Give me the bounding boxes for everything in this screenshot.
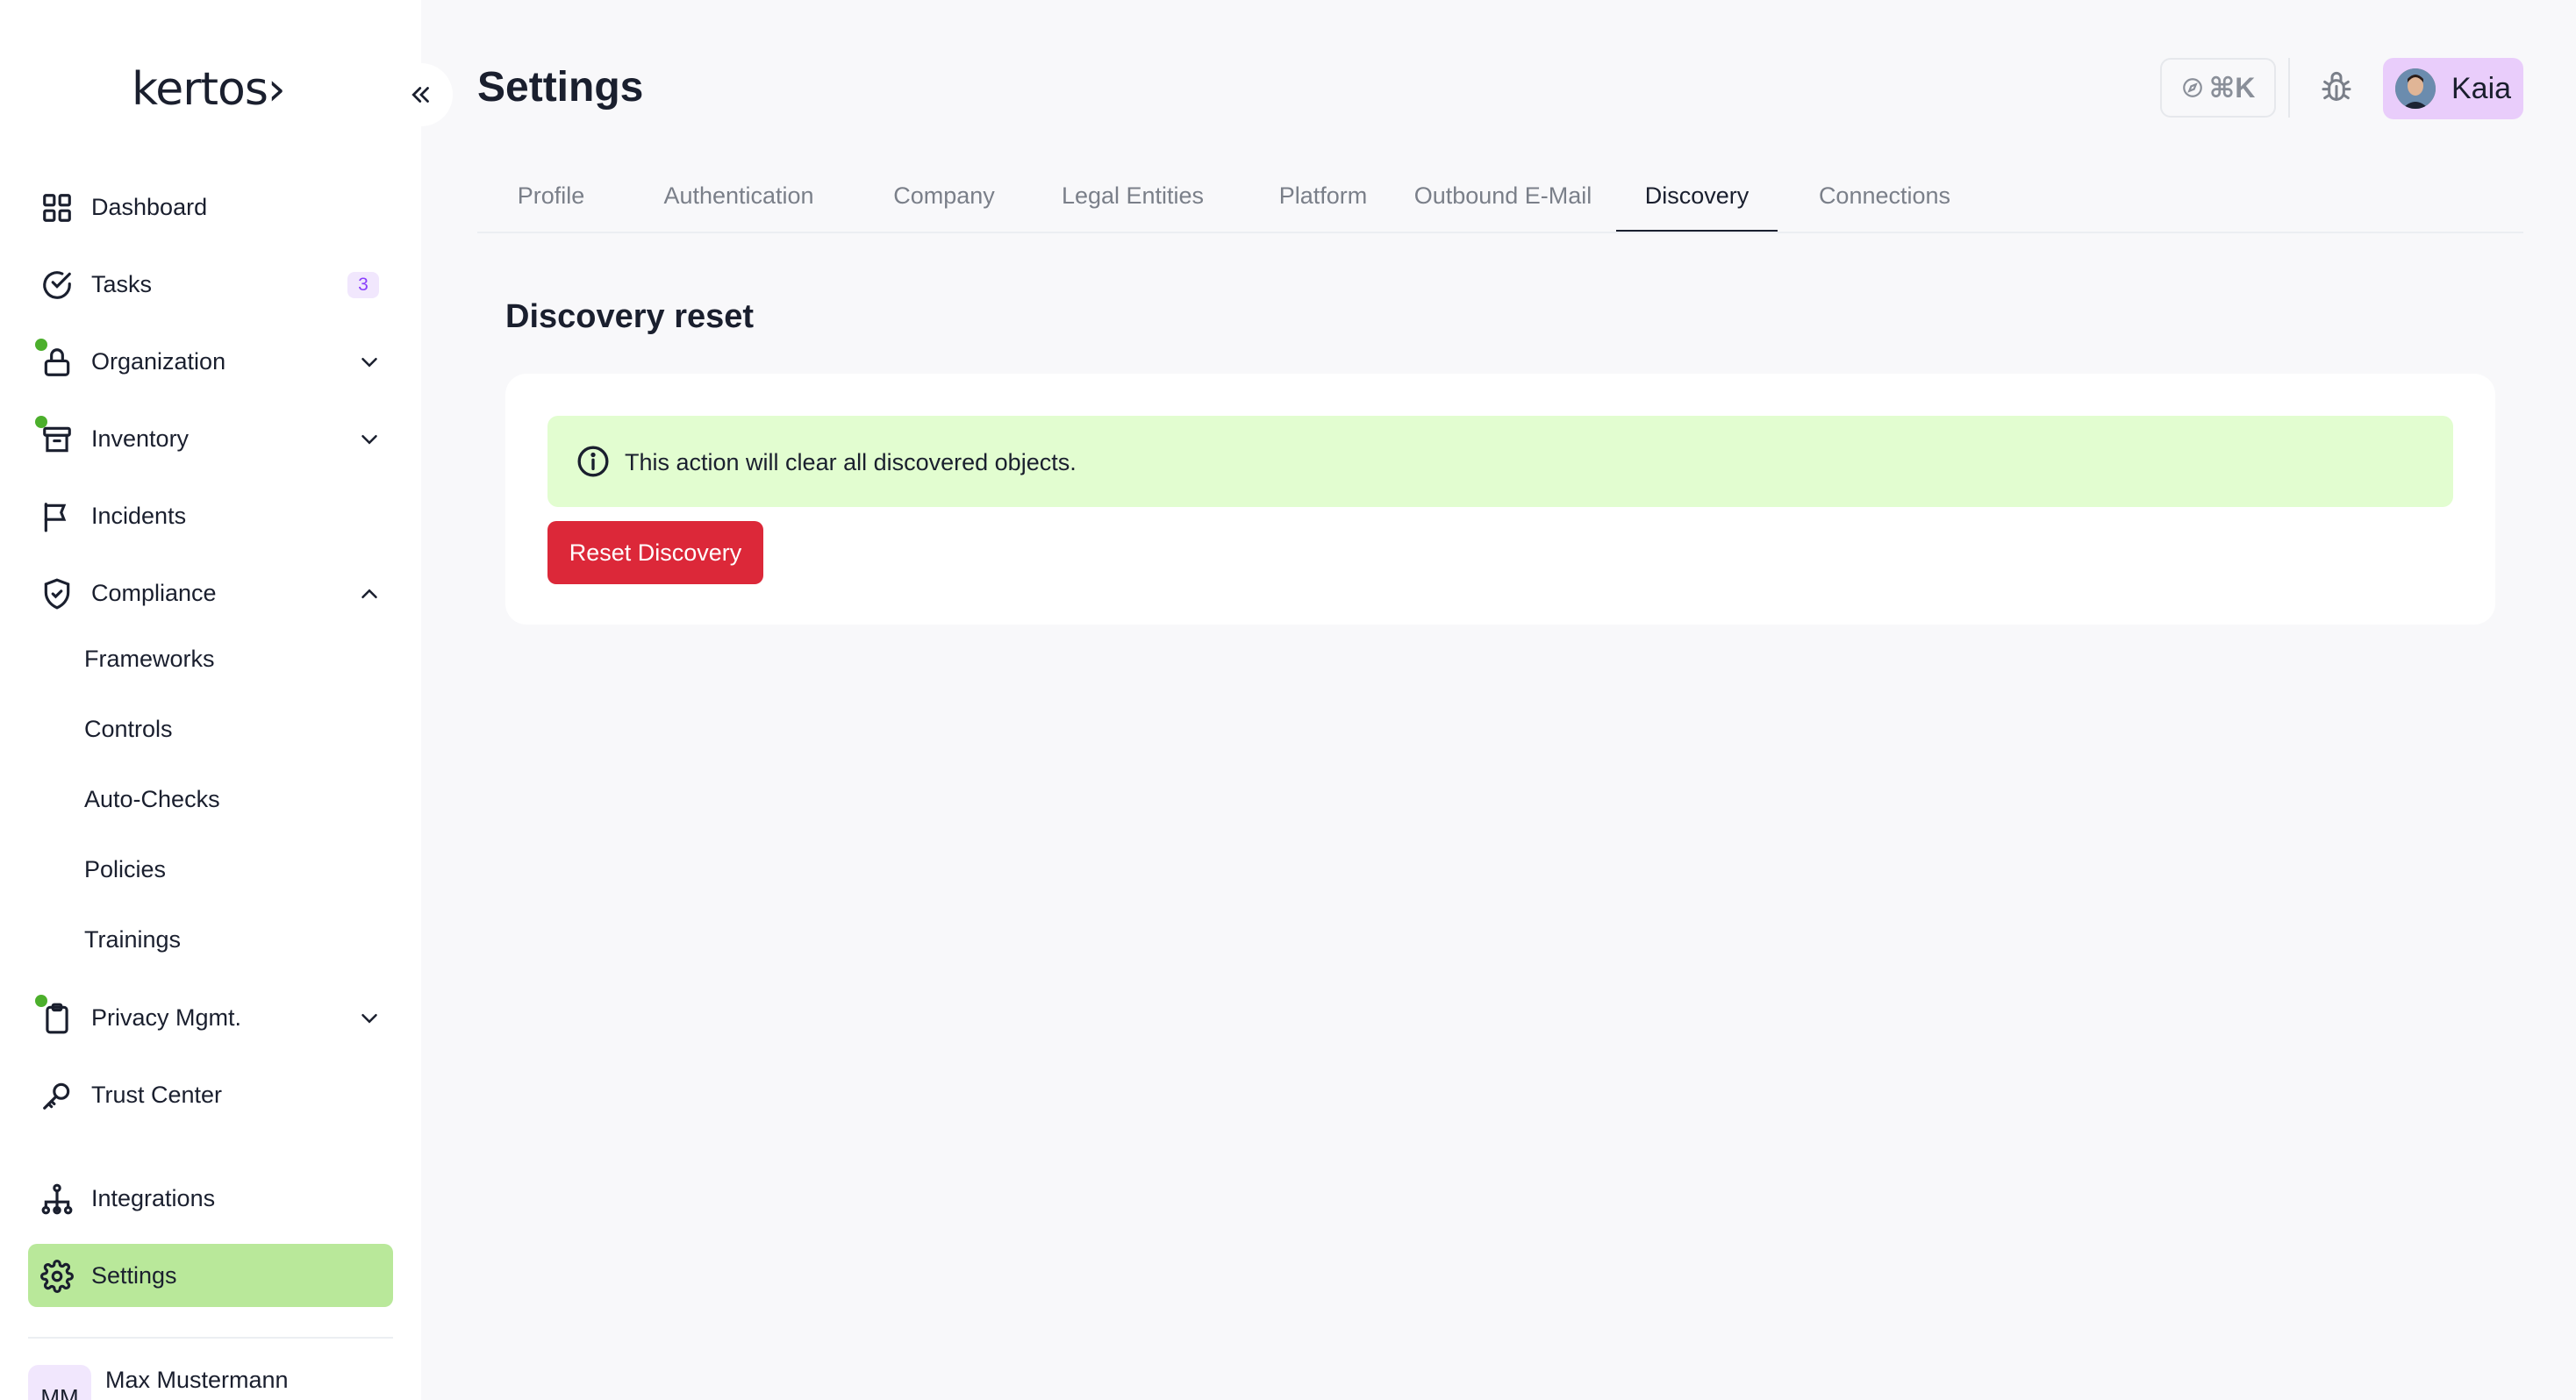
- tabs-divider: [477, 232, 2523, 233]
- tab-authentication[interactable]: Authentication: [642, 158, 835, 233]
- sidebar-item-trust-center[interactable]: Trust Center: [28, 1063, 393, 1126]
- chevron-up-icon[interactable]: [356, 581, 383, 607]
- sidebar-subitem-trainings[interactable]: Trainings: [84, 926, 181, 954]
- avatar: MM: [28, 1365, 91, 1400]
- tab-connections[interactable]: Connections: [1800, 158, 1969, 233]
- clipboard-icon: [46, 1003, 68, 1034]
- sidebar-item-label: Settings: [91, 1261, 177, 1289]
- sidebar-item-label: Inventory: [91, 425, 190, 452]
- discovery-reset-card: This action will clear all discovered ob…: [505, 374, 2495, 625]
- command-shortcut-label: ⌘K: [2208, 72, 2256, 104]
- alert-text: This action will clear all discovered ob…: [625, 449, 1077, 475]
- user-name: Max Mustermann: [105, 1367, 289, 1393]
- sidebar-item-tasks[interactable]: Tasks 3: [28, 253, 393, 316]
- info-icon: [577, 446, 609, 477]
- bug-icon: [2322, 71, 2351, 101]
- double-chevron-left-icon: [411, 87, 429, 103]
- sidebar-divider: [28, 1337, 393, 1339]
- collapse-sidebar-button[interactable]: [390, 63, 453, 126]
- check-circle-icon: [43, 271, 71, 299]
- sidebar-item-label: Dashboard: [91, 193, 208, 220]
- key-icon: [43, 1082, 70, 1110]
- sidebar-item-inventory[interactable]: Inventory: [28, 407, 393, 470]
- user-photo-icon: [2395, 68, 2436, 109]
- sidebar-item-integrations[interactable]: Integrations: [28, 1167, 393, 1230]
- gear-icon: [40, 1260, 74, 1293]
- flag-icon: [44, 503, 67, 532]
- chevron-down-icon[interactable]: [356, 349, 383, 375]
- report-bug-button[interactable]: [2311, 61, 2362, 114]
- status-dot: [35, 995, 47, 1007]
- status-dot: [35, 416, 47, 428]
- sidebar-item-organization[interactable]: Organization: [28, 330, 393, 393]
- header-divider: [2288, 58, 2290, 118]
- page-title: Settings: [477, 64, 644, 111]
- sidebar-item-label: Trust Center: [91, 1081, 223, 1108]
- status-dot: [35, 339, 47, 351]
- sidebar-item-incidents[interactable]: Incidents: [28, 484, 393, 547]
- sidebar-item-compliance[interactable]: Compliance: [28, 561, 393, 625]
- tab-legal-entities[interactable]: Legal Entities: [1041, 158, 1225, 233]
- info-alert: This action will clear all discovered ob…: [547, 416, 2453, 507]
- sidebar-item-label: Organization: [91, 347, 226, 375]
- chevron-down-icon[interactable]: [356, 426, 383, 453]
- tab-platform[interactable]: Platform: [1246, 158, 1400, 233]
- grid-icon: [43, 194, 71, 222]
- sidebar-item-privacy-mgmt[interactable]: Privacy Mgmt.: [28, 986, 393, 1049]
- sidebar: kertos› Dashboard Tasks 3 Organization I…: [0, 0, 421, 1400]
- user-chip-name: Kaia: [2451, 71, 2512, 105]
- user-avatar: [2395, 68, 2436, 109]
- sidebar-item-settings[interactable]: Settings: [28, 1244, 393, 1307]
- shield-check-icon: [44, 578, 70, 610]
- sidebar-subitem-controls[interactable]: Controls: [84, 716, 173, 743]
- reset-discovery-button[interactable]: Reset Discovery: [547, 521, 763, 584]
- tab-profile[interactable]: Profile: [505, 158, 597, 233]
- user-menu-button[interactable]: Kaia: [2383, 58, 2523, 119]
- sidebar-item-dashboard[interactable]: Dashboard: [28, 175, 393, 239]
- sidebar-subitem-policies[interactable]: Policies: [84, 856, 166, 883]
- network-icon: [41, 1183, 73, 1215]
- tasks-count-badge: 3: [347, 272, 379, 298]
- sidebar-item-label: Compliance: [91, 579, 217, 606]
- archive-icon: [43, 426, 71, 453]
- section-title: Discovery reset: [505, 298, 755, 335]
- tab-discovery[interactable]: Discovery: [1616, 158, 1778, 233]
- sidebar-subitem-auto-checks[interactable]: Auto-Checks: [84, 786, 220, 813]
- command-palette-button[interactable]: ⌘K: [2160, 58, 2276, 118]
- sidebar-item-label: Tasks: [91, 270, 153, 297]
- kertos-logo[interactable]: kertos›: [132, 63, 286, 116]
- sidebar-item-label: Incidents: [91, 502, 187, 529]
- sidebar-item-label: Integrations: [91, 1184, 216, 1211]
- settings-tabs: Profile Authentication Company Legal Ent…: [477, 158, 2523, 233]
- tab-outbound-email[interactable]: Outbound E-Mail: [1395, 158, 1611, 233]
- lock-icon: [44, 348, 70, 376]
- chevron-down-icon[interactable]: [356, 1005, 383, 1032]
- sidebar-item-label: Privacy Mgmt.: [91, 1004, 242, 1031]
- sidebar-subitem-frameworks[interactable]: Frameworks: [84, 646, 215, 673]
- tab-company[interactable]: Company: [874, 158, 1014, 233]
- compass-icon: [2182, 78, 2202, 97]
